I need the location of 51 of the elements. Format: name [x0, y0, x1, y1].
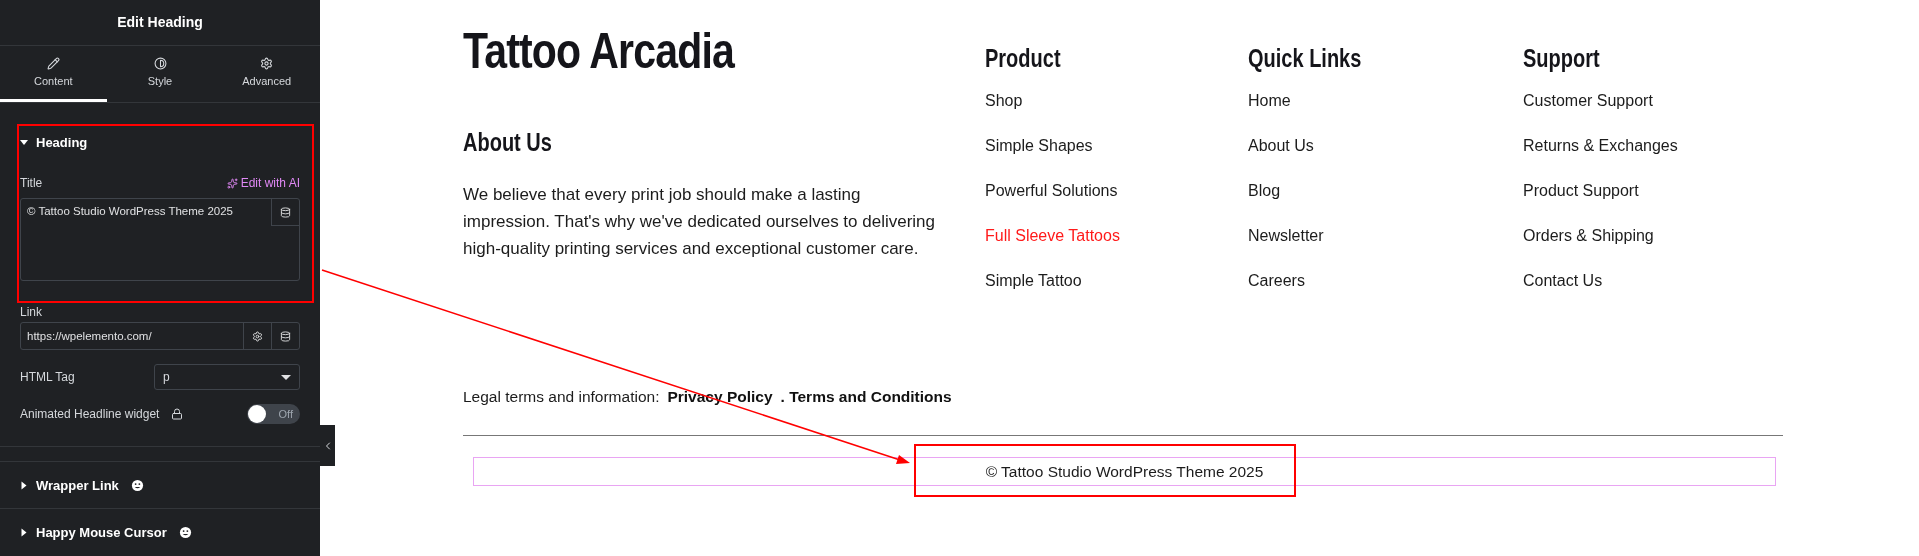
site-title: Tattoo Arcadia	[463, 22, 736, 80]
column-heading: Support	[1523, 44, 1601, 73]
panel-tab[interactable]: Content	[0, 45, 107, 103]
footer-link[interactable]: Customer Support	[1523, 78, 1783, 123]
footer-link[interactable]: Shop	[985, 78, 1248, 123]
panel-title: Edit Heading	[0, 0, 320, 46]
footer-link[interactable]: About Us	[1248, 123, 1523, 168]
footer-link[interactable]: Simple Shapes	[985, 123, 1248, 168]
section-heading: About Us	[463, 128, 553, 157]
about-text: We believe that every print job should make a lasting impression. That's why we've dedicated ourselves to delivering high-quality printing services and exceptional customer care.	[463, 184, 937, 260]
footer-link[interactable]: Simple Tattoo	[985, 258, 1248, 303]
footer-link[interactable]: Orders & Shipping	[1523, 213, 1783, 258]
database-icon	[280, 330, 291, 342]
copyright-text: © Tattoo Studio WordPress Theme 2025	[473, 457, 1776, 486]
field-label: Animated Headline widget	[20, 407, 160, 422]
database-icon	[280, 206, 291, 218]
column-heading: Product	[985, 44, 1062, 73]
sparkle-icon	[226, 177, 238, 189]
smiley-icon	[178, 526, 192, 540]
contrast-icon	[153, 57, 167, 71]
link-field[interactable]: https://wpelemento.com/	[20, 322, 300, 351]
smiley-icon	[130, 478, 144, 492]
legal-link[interactable]: . Terms and Conditions	[780, 388, 952, 406]
field-label: HTML Tag	[20, 370, 75, 385]
section-header[interactable]: Happy Mouse Cursor	[20, 525, 192, 541]
panel-tab[interactable]: Style	[106, 45, 214, 103]
footer-link[interactable]: Home	[1248, 78, 1523, 123]
pencil-icon	[46, 57, 60, 71]
footer-link[interactable]: Newsletter	[1248, 213, 1523, 258]
settings-icon	[260, 57, 274, 71]
section-header[interactable]: Wrapper Link	[20, 477, 144, 493]
toggle-switch[interactable]: Off	[247, 404, 300, 425]
legal-label: Legal terms and information:	[463, 388, 660, 406]
footer-link[interactable]: Returns & Exchanges	[1523, 123, 1783, 168]
html-tag-select[interactable]: p	[154, 364, 300, 391]
footer-link[interactable]: Powerful Solutions	[985, 168, 1248, 213]
title-field[interactable]: © Tattoo Studio WordPress Theme 2025	[20, 198, 300, 282]
settings-icon	[252, 330, 263, 342]
footer-link[interactable]: Full Sleeve Tattoos	[985, 213, 1248, 258]
field-label: Title	[20, 176, 43, 191]
panel-tab[interactable]: Advanced	[213, 45, 320, 103]
field-label: Link	[20, 305, 43, 320]
footer-link[interactable]: Product Support	[1523, 168, 1783, 213]
column-heading: Quick Links	[1248, 44, 1363, 73]
footer-link[interactable]: Careers	[1248, 258, 1523, 303]
dynamic-tags-button[interactable]	[271, 199, 299, 227]
footer-link[interactable]: Contact Us	[1523, 258, 1783, 303]
section-header[interactable]: Heading	[20, 135, 300, 151]
footer-link[interactable]: Blog	[1248, 168, 1523, 213]
lock-icon	[171, 408, 184, 421]
ai-link[interactable]: Edit with AI	[226, 176, 300, 191]
